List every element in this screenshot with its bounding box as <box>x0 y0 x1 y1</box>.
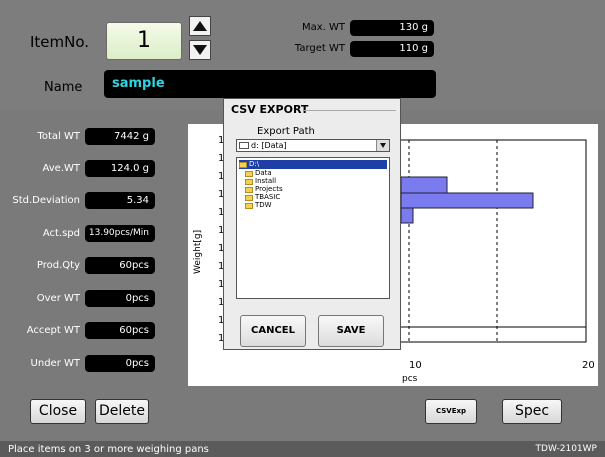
stat-label: Ave.WT <box>42 163 81 174</box>
stat-value: 124.0 g <box>85 160 155 177</box>
stat-label: Accept WT <box>26 325 80 336</box>
x-tick-label: 20 <box>582 360 595 371</box>
target-wt-label: Target WT <box>294 43 345 54</box>
y-axis-label: Weight[g] <box>193 230 203 274</box>
open-folder-icon <box>239 161 247 168</box>
histogram-bar <box>400 176 448 194</box>
cancel-button[interactable]: CANCEL <box>240 315 306 347</box>
close-button[interactable]: Close <box>30 399 86 424</box>
item-down-button[interactable] <box>189 40 211 60</box>
name-label: Name <box>44 80 83 95</box>
name-field[interactable]: sample <box>104 70 436 98</box>
stat-label: Over WT <box>36 293 80 304</box>
stat-value: 60pcs <box>85 257 155 274</box>
stat-label: Act.spd <box>42 228 80 239</box>
export-path-label: Export Path <box>257 126 315 137</box>
status-message: Place items on 3 or more weighing pans <box>8 444 209 455</box>
chevron-down-icon <box>380 143 386 148</box>
csv-export-dialog: CSV EXPORT Export Path d: [Data] D:\ Dat… <box>223 98 401 350</box>
stat-value: 0pcs <box>85 355 155 372</box>
folder-icon <box>245 194 253 201</box>
folder-icon <box>245 202 253 209</box>
max-wt-label: Max. WT <box>301 22 345 33</box>
stat-label: Total WT <box>37 131 80 142</box>
stat-value: 7442 g <box>85 128 155 145</box>
dropdown-button[interactable] <box>376 140 389 151</box>
x-axis-label: pcs <box>402 374 418 384</box>
stat-value: 60pcs <box>85 322 155 339</box>
folder-item[interactable]: TDW <box>245 201 272 210</box>
max-wt-value: 130 g <box>350 20 434 36</box>
drive-icon <box>239 142 249 149</box>
arrow-up-icon <box>193 21 207 31</box>
stat-label: Std.Deviation <box>12 195 80 206</box>
folder-item[interactable]: D:\ <box>239 160 387 169</box>
delete-button[interactable]: Delete <box>95 399 149 424</box>
histogram-bar <box>400 192 534 209</box>
save-button[interactable]: SAVE <box>318 315 384 347</box>
stat-label: Under WT <box>30 358 80 369</box>
spec-button[interactable]: Spec <box>502 399 562 424</box>
item-up-button[interactable] <box>189 16 211 36</box>
folder-list[interactable]: D:\ Data Install Projects TBASIC TDW <box>236 157 390 299</box>
folder-icon <box>245 170 253 177</box>
folder-icon <box>245 186 253 193</box>
target-wt-value: 110 g <box>350 41 434 57</box>
histogram-bar <box>400 207 414 224</box>
item-no-field[interactable]: 1 <box>106 22 182 60</box>
stat-value: 13.90pcs/Min <box>85 225 155 242</box>
item-no-label: ItemNo. <box>30 33 90 51</box>
dialog-title: CSV EXPORT <box>231 103 309 116</box>
folder-icon <box>245 178 253 185</box>
stat-value: 5.34 <box>85 192 155 209</box>
drive-select[interactable]: d: [Data] <box>236 139 390 152</box>
dialog-title-divider <box>304 110 396 111</box>
csv-export-button[interactable]: CSVExp <box>425 399 477 424</box>
drive-value: d: [Data] <box>251 141 287 150</box>
arrow-down-icon <box>193 45 207 55</box>
model-label: TDW-2101WP <box>535 444 597 454</box>
x-tick-label: 10 <box>409 360 422 371</box>
stat-value: 0pcs <box>85 290 155 307</box>
stat-label: Prod.Qty <box>36 260 80 271</box>
